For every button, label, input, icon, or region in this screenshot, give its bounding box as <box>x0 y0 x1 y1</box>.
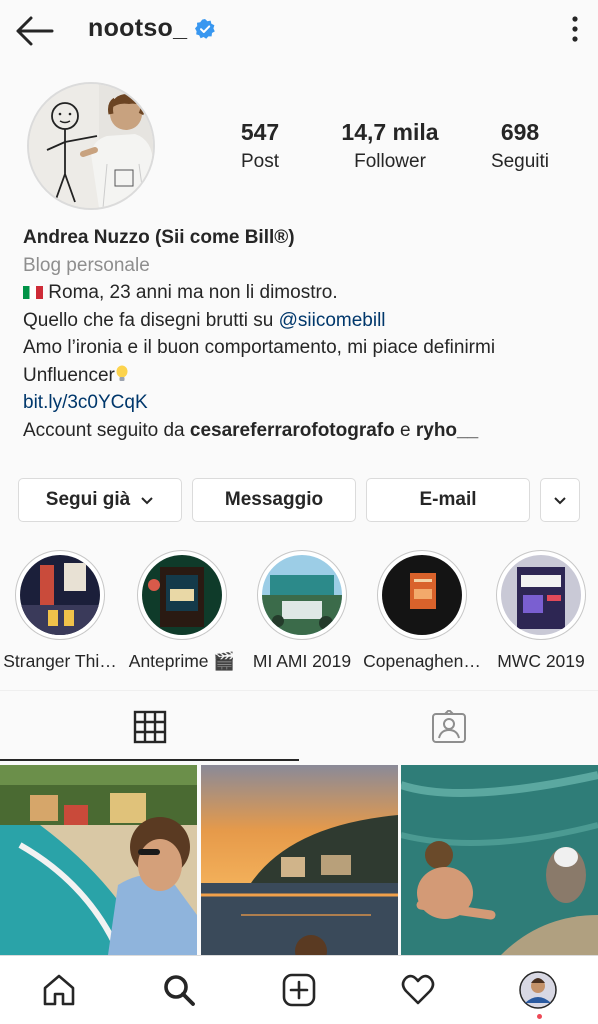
followed-by-prefix: Account seguito da <box>23 419 190 441</box>
post-image <box>401 765 598 955</box>
stat-label: Follower <box>354 151 426 172</box>
bio-text: Quello che fa disegni brutti su <box>23 309 279 331</box>
bio-text: Unfluencer <box>23 364 115 386</box>
followed-user: cesareferrarofotografo <box>189 419 395 441</box>
arrow-left-icon[interactable] <box>14 14 56 48</box>
profile-category: Blog personale <box>23 254 150 276</box>
profile-avatar[interactable] <box>27 82 155 210</box>
bio-line: Amo l’ironia e il buon comportamento, mi… <box>23 337 496 358</box>
search-icon <box>164 975 195 1006</box>
stat-value: 698 <box>500 119 540 145</box>
stat-followers[interactable]: 14,7 mila Follower <box>325 118 455 176</box>
nav-profile[interactable] <box>518 970 558 1010</box>
avatar-illustration <box>29 84 153 208</box>
followed-and: e <box>394 419 416 441</box>
following-button-label: Segui già <box>45 489 131 510</box>
profile-tabs <box>0 691 598 763</box>
highlight-ring <box>257 550 347 640</box>
tagged-icon <box>431 710 466 743</box>
username: nootso_ <box>88 14 188 42</box>
profile-stats: 547 Post 14,7 mila Follower 698 Seguiti <box>195 118 585 176</box>
highlight-item[interactable]: Copenaghen… <box>362 550 482 672</box>
nav-search[interactable] <box>159 970 199 1010</box>
highlight-cover <box>142 555 222 635</box>
profile-username-header: nootso_ <box>88 14 216 43</box>
post-image <box>201 765 398 955</box>
post-image <box>0 765 197 955</box>
top-bar: nootso_ <box>0 0 598 62</box>
bottom-nav <box>0 955 598 1024</box>
bio-line: Unfluencer <box>23 362 583 390</box>
active-tab-indicator <box>0 759 299 761</box>
highlight-item[interactable]: Anteprime 🎬 <box>122 550 242 672</box>
following-button[interactable]: Segui già <box>18 478 182 522</box>
highlight-item[interactable]: MWC 2019 <box>481 550 598 672</box>
website-link[interactable]: bit.ly/3c0YCqK <box>23 389 583 417</box>
story-highlights: Stranger Thi… Anteprime 🎬 MI AMI 2019 Co… <box>0 550 598 674</box>
highlight-cover <box>501 555 581 635</box>
nav-new-post[interactable] <box>279 970 319 1010</box>
lightbulb-icon <box>116 365 128 381</box>
grid-post[interactable] <box>201 765 398 955</box>
highlight-cover <box>20 555 100 635</box>
highlight-label: Copenaghen… <box>363 651 481 671</box>
verified-badge-icon <box>195 18 216 39</box>
highlight-label: Anteprime 🎬 <box>128 651 236 671</box>
highlight-label: Stranger Thi… <box>3 651 117 671</box>
more-vertical-icon[interactable] <box>568 14 582 44</box>
chevron-down-icon <box>554 496 566 504</box>
highlight-ring <box>15 550 105 640</box>
grid-icon <box>133 710 166 744</box>
notification-dot <box>537 1014 542 1019</box>
suggestions-button[interactable] <box>540 478 580 522</box>
highlight-ring <box>496 550 586 640</box>
highlight-item[interactable]: MI AMI 2019 <box>242 550 362 672</box>
highlight-cover <box>262 555 342 635</box>
stat-label: Seguiti <box>490 151 550 172</box>
stat-posts[interactable]: 547 Post <box>195 118 325 176</box>
profile-name: Andrea Nuzzo (Sii come Bill®) <box>23 227 295 248</box>
tab-grid[interactable] <box>0 691 299 763</box>
followed-by[interactable]: Account seguito da cesareferrarofotograf… <box>23 417 583 445</box>
bio-line: Roma, 23 anni ma non li dimostro. <box>23 279 583 307</box>
highlight-label: MWC 2019 <box>497 651 585 671</box>
stat-label: Post <box>240 151 280 172</box>
followed-user: ryho__ <box>415 419 479 441</box>
bio-text: Roma, 23 anni ma non li dimostro. <box>48 282 338 303</box>
add-post-icon <box>282 973 316 1007</box>
grid-post[interactable] <box>0 765 197 955</box>
email-button-label: E-mail <box>419 489 477 510</box>
profile-bio: Andrea Nuzzo (Sii come Bill®) Blog perso… <box>23 224 583 444</box>
highlight-ring <box>377 550 467 640</box>
tab-tagged[interactable] <box>299 691 598 763</box>
heart-icon <box>401 974 435 1005</box>
bio-line: Quello che fa disegni brutti su @siicome… <box>23 307 583 335</box>
stat-following[interactable]: 698 Seguiti <box>455 118 585 176</box>
nav-home[interactable] <box>39 970 79 1010</box>
stat-value: 547 <box>240 119 280 145</box>
message-button[interactable]: Messaggio <box>192 478 356 522</box>
highlight-label: MI AMI 2019 <box>252 651 352 671</box>
highlight-cover <box>382 555 462 635</box>
profile-actions: Segui già Messaggio E-mail <box>18 478 580 522</box>
highlight-item[interactable]: Stranger Thi… <box>0 550 120 672</box>
message-button-label: Messaggio <box>224 489 324 510</box>
italy-flag-icon <box>23 286 43 299</box>
nav-activity[interactable] <box>398 970 438 1010</box>
photo-grid <box>0 765 598 955</box>
profile-avatar <box>519 971 557 1009</box>
email-button[interactable]: E-mail <box>366 478 530 522</box>
stat-value: 14,7 mila <box>341 119 439 145</box>
grid-post[interactable] <box>401 765 598 955</box>
home-icon <box>43 974 75 1006</box>
highlight-ring <box>137 550 227 640</box>
mention-link[interactable]: @siicomebill <box>279 310 386 331</box>
chevron-down-icon <box>141 496 153 504</box>
